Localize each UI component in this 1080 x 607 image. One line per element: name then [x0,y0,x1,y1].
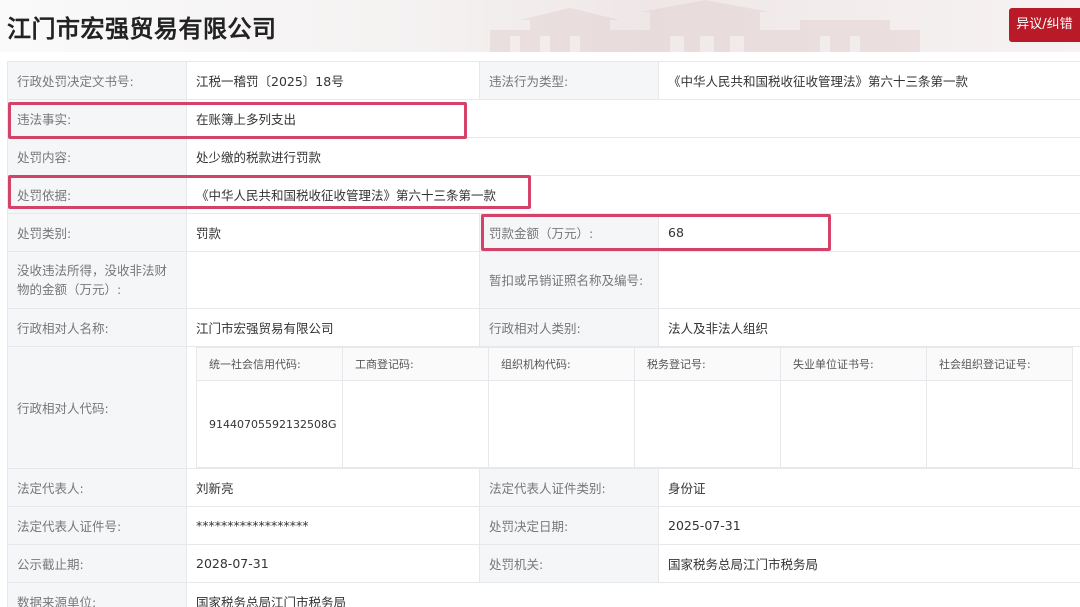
party-code-cell: 统一社会信用代码: 工商登记码: 组织机构代码: 税务登记号: 失业单位证书号:… [186,346,1080,469]
code-value-credit: 91440705592132508G [196,380,343,468]
field-value: 身份证 [658,468,1080,507]
table-row: 法定代表人证件号: ****************** 处罚决定日期: 202… [7,506,1080,545]
table-row: 行政相对人名称: 江门市宏强贸易有限公司 行政相对人类别: 法人及非法人组织 [7,308,1080,347]
field-label: 处罚类别: [7,213,187,252]
field-value: 在账簿上多列支出 [186,99,1080,138]
table-row: 公示截止期: 2028-07-31 处罚机关: 国家税务总局江门市税务局 [7,544,1080,583]
field-label: 数据来源单位: [7,582,187,607]
field-value: 江门市宏强贸易有限公司 [186,308,480,347]
table-row: 违法事实: 在账簿上多列支出 [7,99,1080,138]
field-label: 处罚决定日期: [479,506,659,545]
field-value: 江税一稽罚〔2025〕18号 [186,61,480,100]
field-value: 《中华人民共和国税收征收管理法》第六十三条第一款 [658,61,1080,100]
table-row: 没收违法所得，没收非法财物的金额（万元）: 暂扣或吊销证照名称及编号: [7,251,1080,309]
code-value-social-org [926,380,1073,468]
field-label: 处罚机关: [479,544,659,583]
code-header-unemployment: 失业单位证书号: [780,347,927,381]
field-value: 国家税务总局江门市税务局 [658,544,1080,583]
field-label: 行政相对人类别: [479,308,659,347]
table-row: 法定代表人: 刘新亮 法定代表人证件类别: 身份证 [7,468,1080,507]
building-watermark-icon [490,0,920,52]
objection-button[interactable]: 异议/纠错 [1009,8,1080,42]
field-value: 2028-07-31 [186,544,480,583]
party-code-grid: 统一社会信用代码: 工商登记码: 组织机构代码: 税务登记号: 失业单位证书号:… [196,347,1073,468]
table-row: 处罚内容: 处少缴的税款进行罚款 [7,137,1080,176]
code-value-unemployment [780,380,927,468]
code-value-tax [634,380,781,468]
field-label: 法定代表人: [7,468,187,507]
code-grid-header-row: 统一社会信用代码: 工商登记码: 组织机构代码: 税务登记号: 失业单位证书号:… [196,347,1073,381]
field-label: 法定代表人证件号: [7,506,187,545]
field-label: 没收违法所得，没收非法财物的金额（万元）: [7,251,187,309]
code-header-social-org: 社会组织登记证号: [926,347,1073,381]
field-label: 公示截止期: [7,544,187,583]
code-value-business [342,380,489,468]
field-value: 2025-07-31 [658,506,1080,545]
field-value: 68 [658,213,1080,252]
field-label: 违法事实: [7,99,187,138]
code-header-tax: 税务登记号: [634,347,781,381]
table-row: 数据来源单位: 国家税务总局江门市税务局 [7,582,1080,607]
field-value: 国家税务总局江门市税务局 [186,582,1080,607]
table-row: 行政相对人代码: 统一社会信用代码: 工商登记码: 组织机构代码: 税务登记号:… [7,346,1080,469]
field-label: 法定代表人证件类别: [479,468,659,507]
field-label: 行政相对人名称: [7,308,187,347]
field-value: 《中华人民共和国税收征收管理法》第六十三条第一款 [186,175,1080,214]
code-header-credit: 统一社会信用代码: [196,347,343,381]
code-header-org: 组织机构代码: [488,347,635,381]
penalty-info-table: 行政处罚决定文书号: 江税一稽罚〔2025〕18号 违法行为类型: 《中华人民共… [7,61,1080,607]
field-label: 处罚内容: [7,137,187,176]
table-row: 处罚依据: 《中华人民共和国税收征收管理法》第六十三条第一款 [7,175,1080,214]
field-label: 处罚依据: [7,175,187,214]
field-value [658,251,1080,309]
field-value: 刘新亮 [186,468,480,507]
field-value [186,251,480,309]
page-header: 江门市宏强贸易有限公司 异议/纠错 [0,0,1080,52]
code-header-business: 工商登记码: [342,347,489,381]
field-value: 罚款 [186,213,480,252]
field-value: 处少缴的税款进行罚款 [186,137,1080,176]
field-label: 行政处罚决定文书号: [7,61,187,100]
table-row: 处罚类别: 罚款 罚款金额（万元）: 68 [7,213,1080,252]
field-label: 行政相对人代码: [7,346,187,469]
code-grid-value-row: 91440705592132508G [196,380,1073,468]
table-row: 行政处罚决定文书号: 江税一稽罚〔2025〕18号 违法行为类型: 《中华人民共… [7,61,1080,100]
field-value: ****************** [186,506,480,545]
field-label: 暂扣或吊销证照名称及编号: [479,251,659,309]
field-label: 违法行为类型: [479,61,659,100]
field-label: 罚款金额（万元）: [479,213,659,252]
code-value-org [488,380,635,468]
field-value: 法人及非法人组织 [658,308,1080,347]
company-title: 江门市宏强贸易有限公司 [7,15,277,43]
